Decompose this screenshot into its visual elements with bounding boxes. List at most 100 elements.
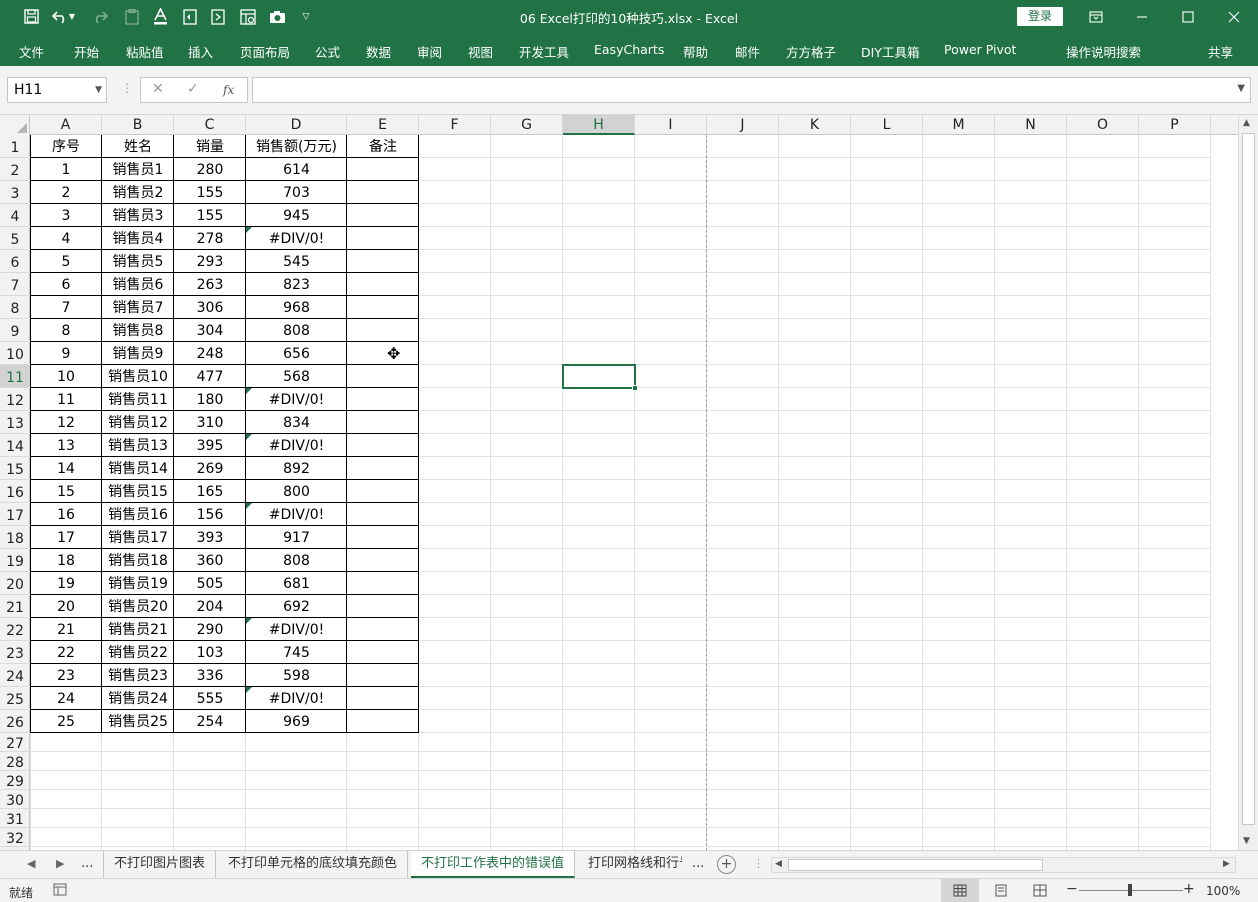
tab-fangfange[interactable]: 方方格子 — [786, 42, 836, 61]
row-header-3[interactable]: 3 — [0, 181, 30, 204]
tab-view[interactable]: 视图 — [468, 42, 493, 61]
sheet-tab-2[interactable]: 不打印单元格的底纹填充颜色 — [218, 851, 409, 878]
header-cell-c[interactable]: 销量 — [174, 136, 246, 159]
column-header-a[interactable]: A — [30, 115, 102, 135]
row-header-18[interactable]: 18 — [0, 526, 30, 549]
cell-a26[interactable]: 25 — [30, 711, 102, 734]
row-header-12[interactable]: 12 — [0, 388, 30, 411]
cell-c22[interactable]: 290 — [174, 619, 246, 642]
sheet-next-icon[interactable]: ▶ — [56, 857, 64, 870]
cell-e4[interactable] — [347, 205, 419, 228]
fill-handle[interactable] — [632, 385, 638, 391]
row-header-19[interactable]: 19 — [0, 549, 30, 572]
cell-d10[interactable]: 656 — [246, 343, 347, 366]
row-header-7[interactable]: 7 — [0, 273, 30, 296]
cell-a19[interactable]: 18 — [30, 550, 102, 573]
cell-b7[interactable]: 销售员6 — [102, 274, 174, 297]
row-header-16[interactable]: 16 — [0, 480, 30, 503]
select-all-button[interactable] — [0, 115, 30, 135]
cell-e7[interactable] — [347, 274, 419, 297]
share-button[interactable]: 共享 — [1208, 42, 1233, 61]
cell-a14[interactable]: 13 — [30, 435, 102, 458]
column-header-p[interactable]: P — [1139, 115, 1211, 135]
cell-c25[interactable]: 555 — [174, 688, 246, 711]
cell-a25[interactable]: 24 — [30, 688, 102, 711]
formula-input[interactable]: ▼ — [252, 77, 1251, 103]
tab-splitter-icon[interactable]: ⋮ — [753, 857, 764, 870]
vertical-scroll-thumb[interactable] — [1242, 133, 1255, 825]
cell-d4[interactable]: 945 — [246, 205, 347, 228]
cell-c9[interactable]: 304 — [174, 320, 246, 343]
cell-b12[interactable]: 销售员11 — [102, 389, 174, 412]
cell-c17[interactable]: 156 — [174, 504, 246, 527]
column-header-n[interactable]: N — [995, 115, 1067, 135]
row-header-25[interactable]: 25 — [0, 687, 30, 710]
row-header-31[interactable]: 31 — [0, 809, 30, 828]
header-cell-b[interactable]: 姓名 — [102, 136, 174, 159]
cell-c24[interactable]: 336 — [174, 665, 246, 688]
more-sheets-left[interactable]: ... — [81, 856, 93, 871]
cell-e23[interactable] — [347, 642, 419, 665]
macro-record-icon[interactable] — [53, 883, 67, 899]
cell-a18[interactable]: 17 — [30, 527, 102, 550]
cell-d9[interactable]: 808 — [246, 320, 347, 343]
cell-b21[interactable]: 销售员20 — [102, 596, 174, 619]
cell-a22[interactable]: 21 — [30, 619, 102, 642]
ribbon-display-options-icon[interactable] — [1073, 0, 1119, 33]
cell-c18[interactable]: 393 — [174, 527, 246, 550]
cell-b25[interactable]: 销售员24 — [102, 688, 174, 711]
cell-c10[interactable]: 248 — [174, 343, 246, 366]
maximize-icon[interactable] — [1165, 0, 1211, 33]
row-header-13[interactable]: 13 — [0, 411, 30, 434]
row-header-10[interactable]: 10 — [0, 342, 30, 365]
cell-d23[interactable]: 745 — [246, 642, 347, 665]
tab-mail[interactable]: 邮件 — [735, 42, 760, 61]
selected-cell[interactable] — [562, 364, 636, 389]
cell-a6[interactable]: 5 — [30, 251, 102, 274]
header-cell-e[interactable]: 备注 — [347, 136, 419, 159]
cell-b6[interactable]: 销售员5 — [102, 251, 174, 274]
cell-b24[interactable]: 销售员23 — [102, 665, 174, 688]
cell-b16[interactable]: 销售员15 — [102, 481, 174, 504]
row-header-17[interactable]: 17 — [0, 503, 30, 526]
cell-d15[interactable]: 892 — [246, 458, 347, 481]
cell-e8[interactable] — [347, 297, 419, 320]
tab-page-layout[interactable]: 页面布局 — [240, 42, 290, 61]
tab-insert[interactable]: 插入 — [188, 42, 213, 61]
row-header-27[interactable]: 27 — [0, 733, 30, 752]
cell-b18[interactable]: 销售员17 — [102, 527, 174, 550]
cell-d13[interactable]: 834 — [246, 412, 347, 435]
row-header-5[interactable]: 5 — [0, 227, 30, 250]
cell-a8[interactable]: 7 — [30, 297, 102, 320]
cell-b4[interactable]: 销售员3 — [102, 205, 174, 228]
row-header-22[interactable]: 22 — [0, 618, 30, 641]
minimize-icon[interactable] — [1119, 0, 1165, 33]
row-header-11[interactable]: 11 — [0, 365, 30, 388]
cell-a23[interactable]: 22 — [30, 642, 102, 665]
chevron-down-icon[interactable]: ▼ — [95, 78, 102, 102]
cell-a24[interactable]: 23 — [30, 665, 102, 688]
cell-d25[interactable]: #DIV/0! — [246, 688, 347, 711]
column-header-d[interactable]: D — [246, 115, 347, 135]
cell-d7[interactable]: 823 — [246, 274, 347, 297]
cell-e21[interactable] — [347, 596, 419, 619]
insert-function-button[interactable]: fx — [223, 83, 234, 97]
row-header-32[interactable]: 32 — [0, 828, 30, 847]
row-header-26[interactable]: 26 — [0, 710, 30, 733]
tab-paste-values[interactable]: 粘贴值 — [126, 42, 164, 61]
cell-b3[interactable]: 销售员2 — [102, 182, 174, 205]
cell-e13[interactable] — [347, 412, 419, 435]
column-header-l[interactable]: L — [851, 115, 923, 135]
cell-b23[interactable]: 销售员22 — [102, 642, 174, 665]
tab-developer[interactable]: 开发工具 — [519, 42, 569, 61]
cell-b14[interactable]: 销售员13 — [102, 435, 174, 458]
column-header-g[interactable]: G — [491, 115, 563, 135]
row-header-20[interactable]: 20 — [0, 572, 30, 595]
cell-b26[interactable]: 销售员25 — [102, 711, 174, 734]
cell-c12[interactable]: 180 — [174, 389, 246, 412]
tab-home[interactable]: 开始 — [74, 42, 99, 61]
zoom-out-icon[interactable]: − — [1066, 881, 1078, 897]
cell-d6[interactable]: 545 — [246, 251, 347, 274]
cell-b17[interactable]: 销售员16 — [102, 504, 174, 527]
add-sheet-icon[interactable]: + — [717, 855, 736, 874]
